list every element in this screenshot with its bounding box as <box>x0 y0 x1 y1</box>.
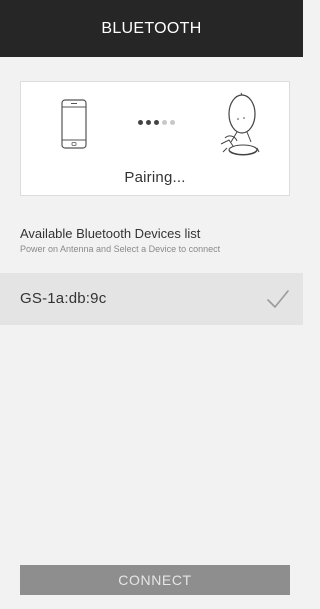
pairing-card: Pairing... <box>20 81 290 196</box>
satellite-antenna-icon <box>220 92 260 156</box>
smartphone-icon <box>61 99 87 149</box>
checkmark-icon <box>267 290 289 308</box>
device-name: GS-1a:db:9c <box>20 290 107 307</box>
app-header: BLUETOOTH <box>0 0 303 57</box>
progress-dot-inactive <box>170 120 175 125</box>
progress-dot-active <box>138 120 143 125</box>
progress-dot-inactive <box>162 120 167 125</box>
pairing-progress-dots <box>138 120 175 125</box>
pairing-status: Pairing... <box>124 169 186 186</box>
progress-dot-active <box>146 120 151 125</box>
devices-list-title: Available Bluetooth Devices list <box>20 226 201 241</box>
device-list-item[interactable]: GS-1a:db:9c <box>0 273 303 325</box>
progress-dot-active <box>154 120 159 125</box>
page-title: BLUETOOTH <box>101 19 202 37</box>
devices-list-subtitle: Power on Antenna and Select a Device to … <box>20 244 221 254</box>
connect-button[interactable]: CONNECT <box>20 565 290 595</box>
